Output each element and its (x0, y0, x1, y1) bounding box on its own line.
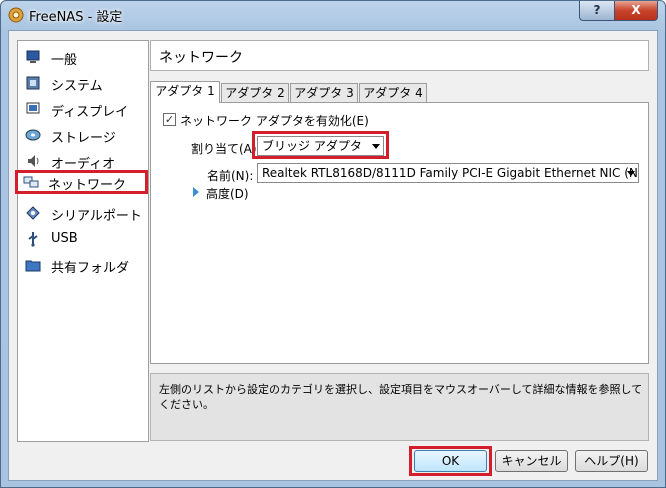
sidebar-item-label: 一般 (51, 53, 78, 68)
sidebar-item-display[interactable]: ディスプレイ (20, 97, 146, 121)
tab-adapter-2[interactable]: アダプタ 2 (221, 83, 289, 103)
sidebar-item-storage[interactable]: ストレージ (20, 123, 146, 147)
gear-icon (8, 7, 24, 23)
sidebar-item-label: シリアルポート (51, 209, 142, 224)
tab-adapter-4[interactable]: アダプタ 4 (359, 83, 427, 103)
tab-adapter-3[interactable]: アダプタ 3 (290, 83, 358, 103)
sidebar-item-serial-port[interactable]: シリアルポート (20, 201, 146, 225)
speaker-icon (28, 155, 39, 167)
tab-adapter-1[interactable]: アダプタ 1 (150, 81, 220, 103)
help-description-text: 左側のリストから設定のカテゴリを選択し、設定項目をマウスオーバーして詳細な情報を… (159, 383, 643, 411)
adapter-name-value: Realtek RTL8168D/8111D Family PCI-E Giga… (262, 166, 638, 180)
title-bar: FreeNAS - 設定 ? X (1, 1, 665, 29)
sidebar-item-label: USB (51, 231, 78, 246)
sidebar-item-shared-folders[interactable]: 共有フォルダ (20, 253, 146, 277)
section-header: ネットワーク (150, 40, 649, 71)
sidebar-item-label: ディスプレイ (51, 105, 129, 120)
help-title-button[interactable]: ? (579, 1, 615, 21)
sidebar-item-label: ネットワーク (48, 178, 127, 193)
sidebar-item-network[interactable]: ネットワーク (15, 170, 148, 194)
folder-icon (25, 260, 41, 272)
expand-arrow-icon[interactable] (193, 187, 199, 197)
display-icon (26, 102, 40, 114)
cancel-button[interactable]: キャンセル (495, 450, 568, 472)
enable-adapter-checkbox[interactable]: ✓ (163, 113, 176, 126)
chip-icon (26, 76, 40, 90)
settings-window: FreeNAS - 設定 ? X 一般 システム ディスプレイ ストレージ オー… (0, 0, 666, 488)
page-title: ネットワーク (159, 50, 243, 66)
disk-icon (25, 129, 41, 141)
sidebar-item-label: ストレージ (51, 131, 116, 146)
ok-button[interactable]: OK (414, 450, 487, 472)
close-window-button[interactable]: X (614, 1, 658, 21)
sidebar-item-system[interactable]: システム (20, 71, 146, 95)
network-icon (23, 176, 39, 188)
sidebar-item-general[interactable]: 一般 (20, 45, 146, 69)
adapter-name-select[interactable]: Realtek RTL8168D/8111D Family PCI-E Giga… (257, 163, 639, 183)
attached-to-value: ブリッジ アダプタ (262, 139, 362, 153)
enable-adapter-label: ネットワーク アダプタを有効化(E) (180, 114, 369, 128)
chevron-down-icon (627, 171, 635, 176)
help-description-box: 左側のリストから設定のカテゴリを選択し、設定項目をマウスオーバーして詳細な情報を… (150, 373, 649, 441)
attached-to-select[interactable]: ブリッジ アダプタ (257, 136, 384, 156)
serial-port-icon (26, 206, 40, 220)
monitor-icon (26, 50, 40, 63)
chevron-down-icon (372, 144, 380, 149)
adapter-name-label: 名前(N): (207, 169, 254, 183)
sidebar-item-label: システム (51, 79, 103, 94)
sidebar-item-usb[interactable]: USB (20, 227, 146, 251)
category-list: 一般 システム ディスプレイ ストレージ オーディオ ネットワーク シリアルポー… (15, 40, 149, 442)
attached-to-label: 割り当て(A): (191, 142, 261, 156)
adapter-panel: ✓ ネットワーク アダプタを有効化(E) 割り当て(A): ブリッジ アダプタ … (150, 102, 649, 364)
usb-icon (28, 232, 38, 247)
advanced-toggle[interactable]: 高度(D) (206, 185, 249, 202)
window-title: FreeNAS - 設定 (29, 10, 123, 25)
sidebar-item-label: 共有フォルダ (51, 261, 130, 276)
help-button[interactable]: ヘルプ(H) (575, 450, 648, 472)
dialog-body: 一般 システム ディスプレイ ストレージ オーディオ ネットワーク シリアルポー… (8, 30, 658, 481)
